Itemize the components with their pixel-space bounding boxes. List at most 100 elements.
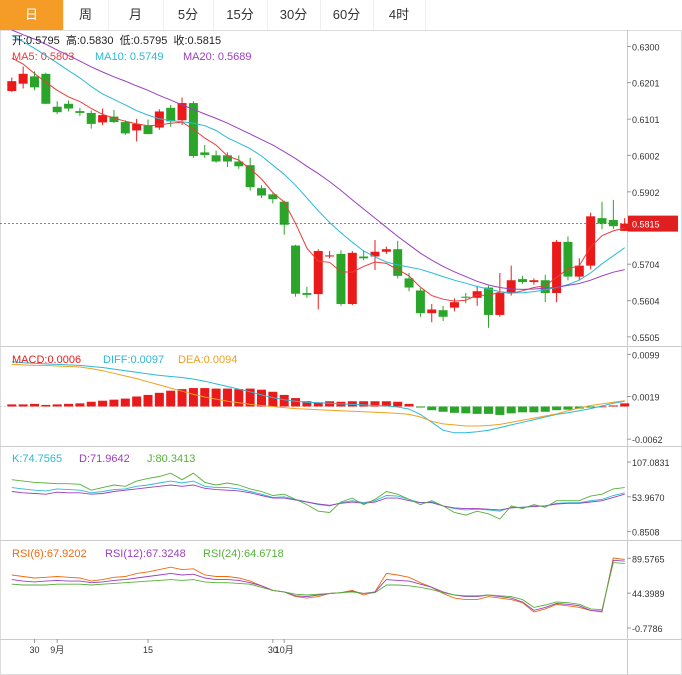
candle-down	[359, 256, 369, 259]
macd-bar	[291, 398, 301, 407]
macd-bar	[52, 404, 62, 407]
rsi-pane: 89.5765 44.3989 -0.7786	[11, 554, 665, 634]
ma20-legend: MA20: 0.5689	[183, 51, 252, 63]
macd-bar	[620, 403, 630, 407]
candle-up	[427, 309, 437, 314]
macd-bar	[495, 406, 505, 415]
kdj-axis-tick-label: 107.0831	[632, 458, 670, 468]
rsi-axis-tick-label: 89.5765	[632, 554, 665, 564]
macd-pane: 0.0099 0.0019 -0.0062	[0, 350, 663, 445]
candle-down	[336, 253, 346, 304]
candle-down	[200, 152, 210, 155]
x-tick-label: 10月	[275, 645, 294, 655]
candle-down	[143, 125, 153, 135]
macd-bar	[257, 389, 266, 407]
macd-bar	[7, 404, 17, 407]
dea-legend: DEA:0.0094	[178, 354, 237, 366]
candle-down	[404, 278, 414, 288]
macd-bar	[154, 392, 164, 407]
macd-bar	[222, 388, 232, 407]
rsi-axis-tick-label: 44.3989	[632, 589, 665, 599]
price-axis-tick-label: 0.6002	[632, 151, 660, 161]
macd-bar	[166, 390, 176, 407]
macd-bar	[98, 400, 108, 407]
candle-down	[597, 218, 607, 224]
price-axis-tick-label: 0.5704	[632, 260, 660, 270]
macd-bar	[143, 394, 153, 407]
d-legend: D:71.9642	[79, 453, 130, 465]
chart-frame	[0, 30, 682, 675]
price-axis-tick-label: 0.6300	[632, 42, 660, 52]
candle-up	[7, 81, 17, 92]
candle-down	[257, 188, 266, 196]
tab-4hour[interactable]: 4时	[373, 0, 426, 30]
stock-chart[interactable]: 0.6300 0.6201 0.6101 0.6002 0.5902 0.5704 0.56…	[0, 30, 682, 675]
candle-down	[302, 293, 312, 295]
macd-bar	[449, 406, 459, 413]
candle-down	[461, 296, 471, 298]
macd-bar	[75, 403, 85, 407]
candle-up	[18, 73, 28, 84]
candle-up	[552, 241, 562, 294]
candle-down	[211, 155, 221, 162]
k-legend: K:74.7565	[12, 453, 62, 465]
candle-down	[30, 76, 39, 88]
candle-up	[495, 293, 505, 315]
candle-down	[64, 103, 74, 109]
rsi6-legend: RSI(6):67.9202	[12, 548, 87, 560]
rsi12-legend: RSI(12):67.3248	[105, 548, 186, 560]
tab-week[interactable]: 周	[63, 0, 109, 30]
kdj-axis-tick-label: 0.8508	[632, 528, 660, 538]
rsi-line-0	[11, 557, 625, 613]
candle-down	[608, 219, 618, 227]
ohlc-legend: 开:0.5795 高:0.5830 低:0.5795 收:0.5815	[12, 33, 221, 47]
macd-bar	[484, 406, 493, 414]
macd-bar	[563, 406, 573, 410]
kdj-line-j	[11, 472, 625, 520]
macd-bar	[30, 403, 39, 407]
macd-bar	[132, 396, 142, 407]
candle-up	[325, 255, 335, 257]
current-price-label: 0.5815	[632, 220, 660, 230]
macd-bar	[552, 406, 562, 411]
macd-bar	[188, 388, 198, 407]
tab-30min[interactable]: 30分	[267, 0, 321, 30]
macd-legend: MACD:0.0006	[12, 354, 81, 366]
tab-15min[interactable]: 15分	[213, 0, 268, 30]
candle-down	[41, 73, 51, 104]
tab-5min[interactable]: 5分	[163, 0, 214, 30]
candle-down	[484, 287, 493, 315]
macd-bar	[518, 406, 528, 413]
macd-bar	[279, 394, 289, 407]
macd-bar	[268, 391, 278, 407]
tab-60min[interactable]: 60分	[320, 0, 374, 30]
candle-up	[574, 265, 584, 277]
x-tick-label: 15	[143, 645, 153, 655]
macd-bar	[64, 403, 74, 407]
price-axis-tick-label: 0.5902	[632, 188, 660, 198]
candle-down	[75, 111, 85, 113]
macd-bar	[608, 405, 618, 407]
candle-up	[347, 252, 357, 304]
x-axis: 30 9月 15 3010月	[29, 639, 294, 655]
macd-bar	[211, 388, 221, 407]
macd-bar	[109, 399, 119, 407]
rsi24-legend: RSI(24):64.6718	[203, 548, 284, 560]
ma10-legend: MA10: 0.5749	[95, 51, 164, 63]
tab-month[interactable]: 月	[108, 0, 164, 30]
candle-up	[381, 249, 391, 252]
macd-bar	[404, 403, 414, 407]
macd-bar	[120, 398, 130, 407]
rsi-line-1	[11, 559, 625, 612]
candle-down	[438, 310, 448, 317]
macd-bar	[359, 401, 369, 407]
x-tick-label: 30	[29, 645, 39, 655]
candle-up	[449, 302, 459, 308]
price-axis-tick-label: 0.6101	[632, 115, 660, 125]
x-tick-label: 9月	[50, 645, 64, 655]
kdj-axis-tick-label: 53.9670	[632, 493, 665, 503]
macd-bar	[415, 406, 425, 408]
tab-day[interactable]: 日	[0, 0, 64, 30]
price-axis-tick-label: 0.5505	[632, 333, 660, 343]
macd-axis-tick-label: 0.0019	[632, 393, 660, 403]
